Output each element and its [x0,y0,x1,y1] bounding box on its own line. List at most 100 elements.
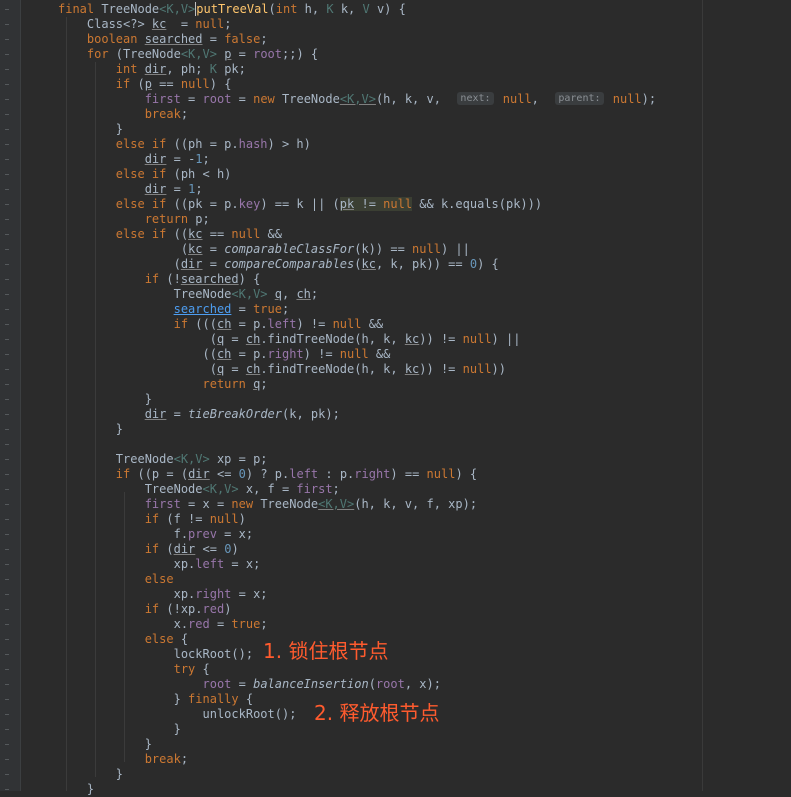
code-line[interactable]: if (((ch = p.left) != null && [58,317,791,332]
gutter-mark [5,279,9,280]
code-token: new [253,92,283,106]
gutter-mark [5,579,9,580]
code-token: = x = [180,497,232,511]
code-token: && k.equals(pk))) [412,197,543,211]
code-line[interactable]: first = root = new TreeNode<K,V>(h, k, v… [58,92,791,107]
code-line[interactable]: x.red = true; [58,617,791,632]
code-token: prev [188,527,217,541]
gutter-mark [5,444,9,445]
code-editor[interactable]: final TreeNode<K,V>putTreeVal(int h, K k… [58,2,791,797]
code-line[interactable]: else [58,572,791,587]
code-token: ) [238,512,246,526]
code-token: ((( [195,317,217,331]
gutter-mark [5,264,9,265]
code-line[interactable]: lockRoot(); [58,647,791,662]
code-line[interactable]: else if (ph < h) [58,167,791,182]
code-line[interactable]: TreeNode<K,V> q, ch; [58,287,791,302]
code-token: , [281,287,297,301]
code-token: red [188,617,210,631]
code-token: TreeNode [58,452,174,466]
code-line[interactable]: try { [58,662,791,677]
code-line[interactable]: else if ((kc == null && [58,227,791,242]
code-line[interactable]: if (dir <= 0) [58,542,791,557]
code-token: dir [144,407,167,421]
code-token: ; [260,377,268,391]
code-line[interactable]: if (f != null) [58,512,791,527]
code-token: ) { [209,77,232,91]
code-line[interactable]: (q = ch.findTreeNode(h, k, kc)) != null)… [58,332,791,347]
code-token: TreeNode [260,497,319,511]
code-token: TreeNode [58,287,232,301]
code-token: int [275,2,305,16]
code-line[interactable]: dir = -1; [58,152,791,167]
code-line[interactable]: root = balanceInsertion(root, x); [58,677,791,692]
code-line[interactable]: xp.left = x; [58,557,791,572]
code-line[interactable]: for (TreeNode<K,V> p = root;;) { [58,47,791,62]
code-line[interactable]: break; [58,752,791,767]
code-token: p; [195,212,210,226]
code-line[interactable]: (kc = comparableClassFor(k)) == null) || [58,242,791,257]
code-token: else if [58,227,174,241]
code-token: ch [245,362,261,376]
code-line[interactable] [58,437,791,452]
code-token: ) || [491,332,521,346]
code-token: null [502,92,532,106]
code-line[interactable]: break; [58,107,791,122]
code-line[interactable]: if (!searched) { [58,272,791,287]
code-line[interactable]: ((ch = p.right) != null && [58,347,791,362]
code-line[interactable]: } [58,782,791,797]
code-line[interactable]: return p; [58,212,791,227]
gutter-mark [5,369,9,370]
code-line[interactable]: searched = true; [58,302,791,317]
annotation-lock-root: 1. 锁住根节点 [263,639,389,663]
code-token: kc [404,332,420,346]
code-line[interactable]: TreeNode<K,V> xp = p; [58,452,791,467]
code-token: )) [491,362,506,376]
code-line[interactable]: if (!xp.red) [58,602,791,617]
gutter-mark [5,204,9,205]
code-line[interactable]: } [58,737,791,752]
gutter-mark [5,504,9,505]
code-line[interactable]: } [58,767,791,782]
code-line[interactable]: boolean searched = false; [58,32,791,47]
code-line[interactable]: Class<?> kc = null; [58,17,791,32]
code-line[interactable]: f.prev = x; [58,527,791,542]
code-line[interactable]: } [58,422,791,437]
code-token: ) || [440,242,470,256]
code-token: } [58,722,181,736]
code-token: ; [180,752,189,766]
annotation-release-root: 2. 释放根节点 [314,701,440,725]
code-line[interactable]: if (p == null) { [58,77,791,92]
code-line[interactable]: final TreeNode<K,V>putTreeVal(int h, K k… [58,2,791,17]
code-token: <= [209,467,239,481]
code-line[interactable]: dir = tieBreakOrder(k, pk); [58,407,791,422]
code-line[interactable]: (q = ch.findTreeNode(h, k, kc)) != null)… [58,362,791,377]
code-token: ; [310,287,319,301]
code-line[interactable]: int dir, ph; K pk; [58,62,791,77]
code-line[interactable]: first = x = new TreeNode<K,V>(h, k, v, f… [58,497,791,512]
gutter-mark [5,489,9,490]
code-token: = [202,242,225,256]
code-token: f. [58,527,189,541]
code-line[interactable]: TreeNode<K,V> x, f = first; [58,482,791,497]
code-line[interactable]: if ((p = (dir <= 0) ? p.left : p.right) … [58,467,791,482]
code-token: ((ph = p. [173,137,239,151]
code-token: , [531,92,554,106]
code-line[interactable]: dir = 1; [58,182,791,197]
code-token: k, [340,2,363,16]
code-line[interactable]: xp.right = x; [58,587,791,602]
gutter-mark [5,234,9,235]
code-line[interactable]: else if ((ph = p.hash) > h) [58,137,791,152]
code-line[interactable]: (dir = compareComparables(kc, k, pk)) ==… [58,257,791,272]
code-line[interactable]: else { [58,632,791,647]
code-line[interactable]: } [58,122,791,137]
code-line[interactable]: return q; [58,377,791,392]
code-line[interactable]: } [58,392,791,407]
code-line[interactable]: else if ((pk = p.key) == k || (pk != nul… [58,197,791,212]
gutter-mark [5,54,9,55]
code-token: (k, pk); [282,407,340,421]
gutter-mark [5,549,9,550]
code-token: ) > h) [267,137,311,151]
